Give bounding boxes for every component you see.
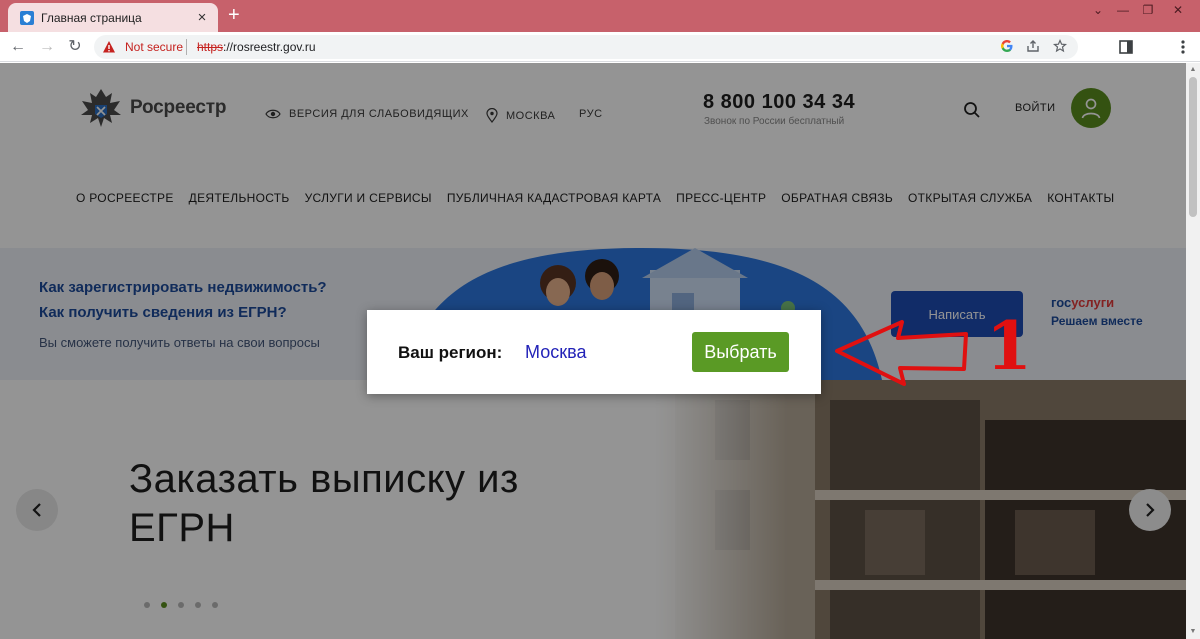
tab-title: Главная страница (41, 10, 142, 25)
close-window-button[interactable]: ✕ (1168, 3, 1188, 17)
region-name-link[interactable]: Москва (525, 342, 586, 363)
star-icon[interactable] (1051, 39, 1069, 53)
address-bar[interactable]: Not secure https://rosreestr.gov.ru (94, 35, 1078, 59)
scroll-up-icon[interactable]: ▲ (1186, 66, 1200, 73)
region-select-dialog: Ваш регион: Москва Выбрать (367, 310, 821, 394)
favicon-icon (20, 10, 34, 25)
browser-tab-strip: Главная страница × + ⌄ — ❐ ✕ (0, 0, 1200, 32)
google-icon[interactable] (998, 39, 1016, 53)
side-panel-icon[interactable] (1119, 40, 1133, 54)
scroll-down-icon[interactable]: ▼ (1186, 628, 1200, 635)
url-text[interactable]: https://rosreestr.gov.ru (197, 40, 316, 54)
tab-close-icon[interactable]: × (194, 9, 210, 26)
choose-region-button[interactable]: Выбрать (692, 332, 789, 372)
back-button[interactable]: ← (7, 36, 29, 58)
url-divider (186, 39, 187, 55)
url-host: ://rosreestr.gov.ru (223, 40, 316, 54)
browser-tab[interactable]: Главная страница × (8, 3, 218, 32)
scrollbar-thumb[interactable] (1189, 77, 1197, 217)
forward-button[interactable]: → (36, 36, 58, 58)
region-label: Ваш регион: (398, 343, 503, 362)
page-scrollbar[interactable]: ▲ ▼ (1186, 63, 1200, 639)
browser-toolbar: ← → ↻ Not secure https://rosreestr.gov.r… (0, 32, 1200, 62)
menu-icon[interactable] (1180, 39, 1186, 55)
annotation-number: 1 (986, 307, 1032, 385)
security-status[interactable]: Not secure (125, 40, 183, 54)
share-icon[interactable] (1024, 39, 1042, 53)
annotation-arrow-icon (835, 320, 968, 386)
minimize-button[interactable]: — (1113, 3, 1133, 17)
new-tab-button[interactable]: + (228, 5, 240, 25)
url-scheme: https (197, 40, 224, 54)
restore-button[interactable]: ❐ (1138, 3, 1158, 17)
reload-button[interactable]: ↻ (64, 36, 86, 58)
tab-search-icon[interactable]: ⌄ (1088, 3, 1108, 17)
warning-icon (103, 41, 115, 53)
